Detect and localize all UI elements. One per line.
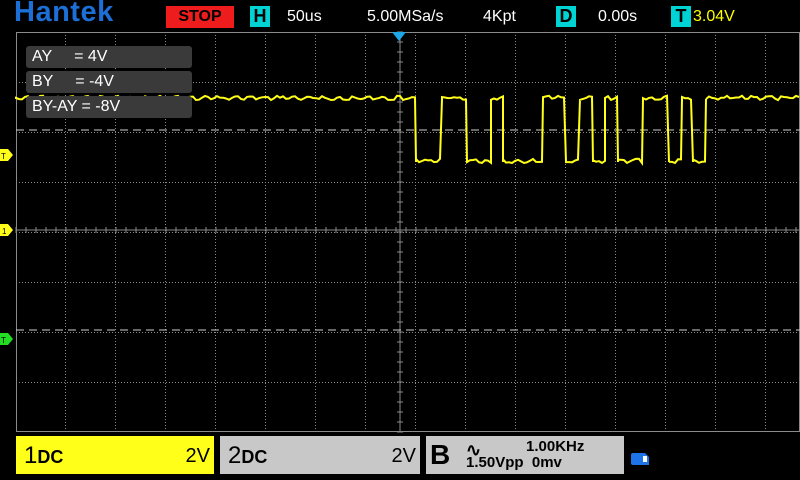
generator-label: B — [430, 439, 451, 470]
usb-icon — [631, 453, 649, 465]
channel-1-label: 1DC — [24, 442, 63, 470]
generator-frequency: 1.00KHz — [526, 438, 585, 455]
trigger-level-marker-label: T — [1, 152, 6, 161]
channel-2-coupling: DC — [241, 447, 268, 467]
ch1-ground-marker[interactable]: 1 — [0, 224, 13, 236]
trigger-level-marker[interactable]: T — [0, 149, 13, 161]
generator-panel[interactable]: B ∿ 1.00KHz 1.50Vpp 0mv — [426, 436, 624, 474]
ch2-trigger-marker-label: T — [1, 336, 6, 345]
channel-1-number: 1 — [24, 442, 38, 469]
trigger-position-marker[interactable] — [392, 32, 406, 41]
channel-1-coupling: DC — [37, 447, 64, 467]
channel-2-number: 2 — [228, 442, 242, 469]
channel-2-label: 2DC — [228, 442, 267, 470]
cursor-ay-readout: AY = 4V — [26, 46, 192, 68]
channel-1-scale: 2V — [185, 445, 210, 467]
channel-2-panel[interactable]: 2DC 2V — [220, 436, 420, 474]
channel-2-scale: 2V — [391, 445, 416, 467]
cursor-delta-readout: BY-AY = -8V — [26, 96, 192, 118]
ch2-trigger-marker[interactable]: T — [0, 333, 13, 345]
generator-vpp: 1.50Vpp — [466, 454, 524, 471]
generator-offset: 0mv — [531, 454, 562, 471]
ch1-ground-marker-label: 1 — [2, 227, 7, 236]
cursor-by-readout: BY = -4V — [26, 71, 192, 93]
generator-amplitude: 1.50Vpp 0mv — [466, 454, 562, 471]
channel-1-panel[interactable]: 1DC 2V — [16, 436, 214, 474]
